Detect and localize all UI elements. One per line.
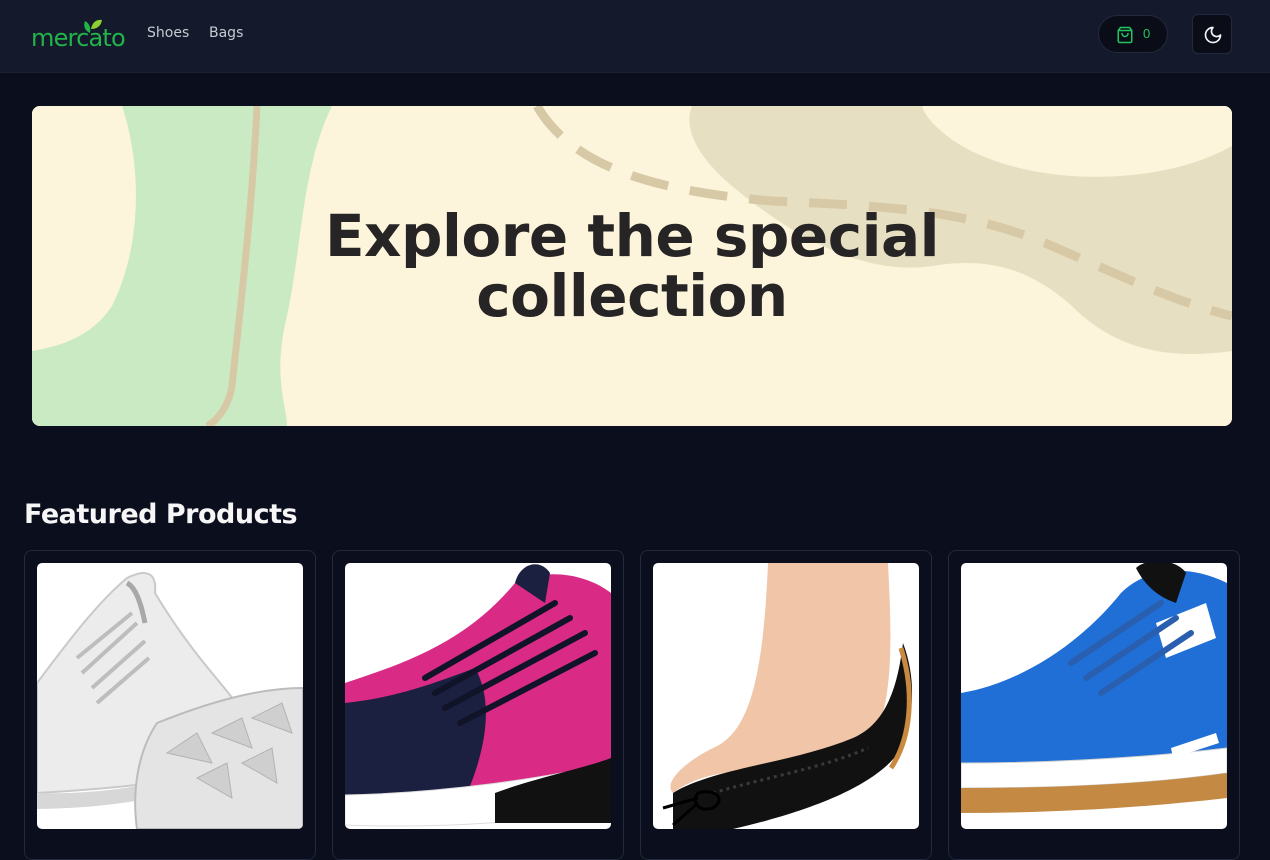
white-sneakers-image <box>37 572 303 829</box>
pink-navy-sneaker-image <box>345 564 611 827</box>
shopping-bag-icon <box>1117 26 1133 44</box>
black-lace-flat-image <box>662 563 913 829</box>
cart-count: 0 <box>1143 26 1151 41</box>
hero-title: Explore the special collection <box>32 206 1232 326</box>
product-card[interactable] <box>24 550 316 860</box>
nav-link-bags[interactable]: Bags <box>209 25 243 41</box>
product-card[interactable] <box>332 550 624 860</box>
leaf-icon <box>84 19 102 33</box>
blue-leather-sneaker-image <box>961 563 1227 813</box>
nav-link-shoes[interactable]: Shoes <box>147 25 189 41</box>
top-navbar: mercato Shoes Bags 0 <box>0 0 1270 73</box>
cart-button[interactable]: 0 <box>1098 15 1168 53</box>
theme-toggle-button[interactable] <box>1192 14 1232 54</box>
product-image[interactable] <box>653 563 919 829</box>
moon-icon <box>1204 26 1222 44</box>
product-card[interactable] <box>640 550 932 860</box>
featured-products-title: Featured Products <box>24 499 298 530</box>
hero-title-line-1: Explore the special <box>324 202 940 270</box>
brand-name: mercato <box>31 24 126 52</box>
hero-banner: Explore the special collection <box>32 106 1232 426</box>
hero-title-line-2: collection <box>476 262 788 330</box>
product-image[interactable] <box>345 563 611 829</box>
brand-logo[interactable]: mercato <box>31 17 127 53</box>
product-image[interactable] <box>961 563 1227 829</box>
product-card[interactable] <box>948 550 1240 860</box>
product-image[interactable] <box>37 563 303 829</box>
